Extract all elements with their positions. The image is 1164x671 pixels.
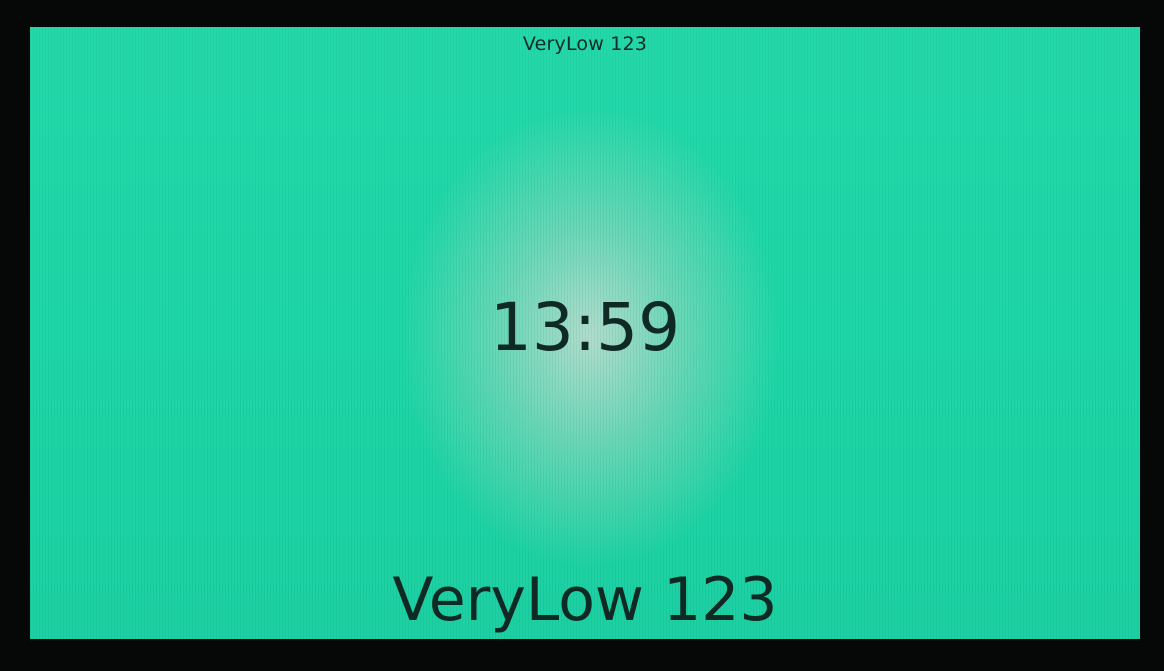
device-bezel: VeryLow 123 13:59 VeryLow 123	[0, 0, 1164, 671]
header-label: VeryLow 123	[522, 33, 648, 55]
footer-label: VeryLow 123	[392, 565, 778, 635]
display-screen: VeryLow 123 13:59 VeryLow 123	[30, 27, 1140, 639]
clock-time: 13:59	[489, 289, 681, 366]
